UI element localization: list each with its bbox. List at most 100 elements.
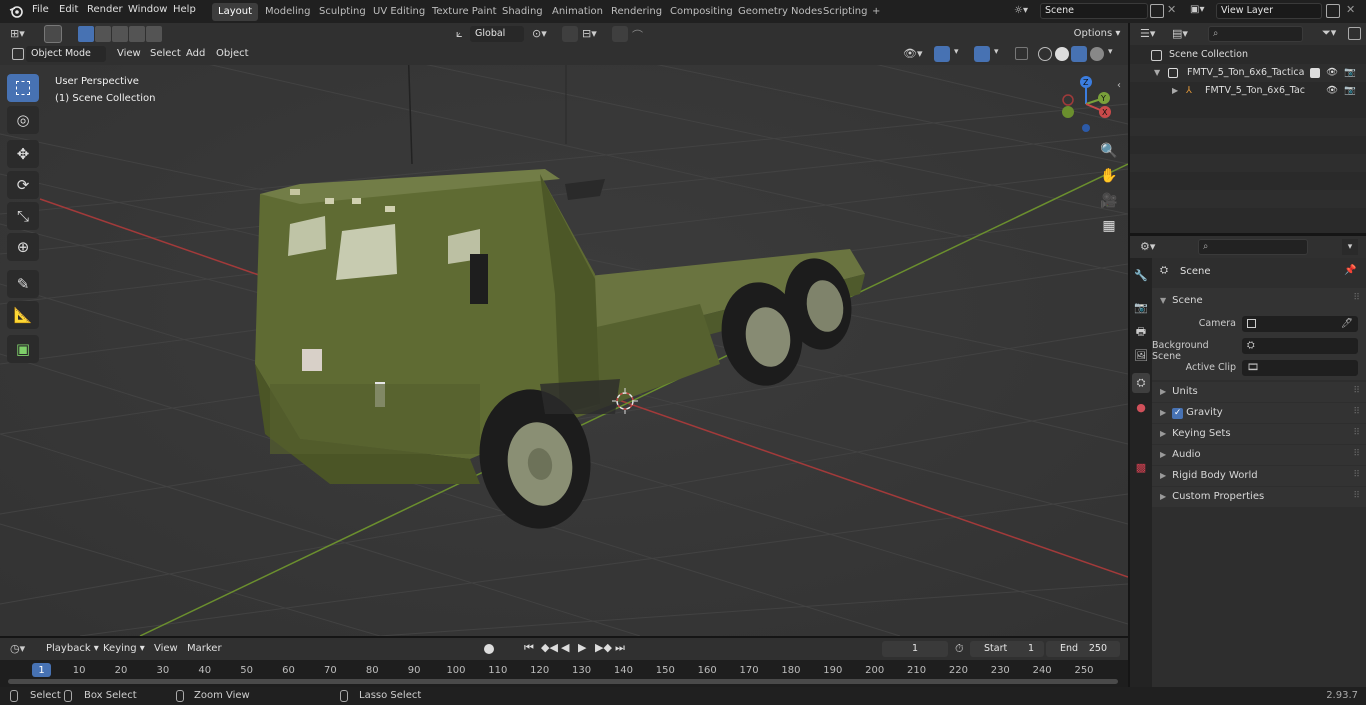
active-clip-field[interactable]: 🎞 [1242,360,1358,376]
properties-editor-icon[interactable]: ⚙▾ [1140,240,1155,253]
preview-range-icon[interactable]: ⏱ [955,642,964,656]
tab-scene[interactable]: ⛭ [1132,373,1150,393]
tab-uv-editing[interactable]: UV Editing [367,3,431,21]
panel-drag-handle-icon[interactable]: ⠿ [1353,428,1360,438]
jump-start-icon[interactable]: ⏮ [524,641,534,655]
prev-keyframe-icon[interactable]: ◆◀ [541,641,558,654]
shading-dropdown-icon[interactable]: ▾ [1108,47,1113,57]
tab-output[interactable]: 🖶 [1132,322,1150,342]
menu-help[interactable]: Help [173,4,196,15]
zoom-view-button[interactable]: 🔍 [1097,140,1121,162]
timeline-menu-playback[interactable]: Playback ▾ [46,643,99,654]
transform-orientation-icon[interactable]: ⟀ [456,27,463,41]
end-frame-field[interactable]: End 250 [1046,641,1120,657]
shading-solid-icon[interactable] [1055,47,1069,61]
view-layer-field[interactable]: View Layer [1216,3,1322,19]
menu-edit[interactable]: Edit [59,4,78,15]
select-mode-new-icon[interactable] [78,26,94,42]
timeline-editor-icon[interactable]: ◷▾ [10,642,25,655]
rotate-tool[interactable]: ⟳ [7,171,39,199]
scene-selector-icon[interactable]: ☼▾ [1014,5,1036,18]
close-scene-icon[interactable]: ✕ [1167,3,1176,16]
object-visibility-icon[interactable]: 👁▾ [903,47,923,60]
tab-animation[interactable]: Animation [546,3,609,21]
navigation-gizmo[interactable]: Z Y X [1055,72,1117,136]
select-mode-intersect-icon[interactable] [146,26,162,42]
render-camera-icon[interactable]: 📷 [1344,82,1356,100]
outliner-editor-icon[interactable]: ☰▾ [1140,27,1155,40]
eyedropper-icon[interactable]: 🖊 [1341,317,1353,331]
sidebar-collapse-icon[interactable]: ‹ [1117,80,1121,91]
current-frame-field[interactable]: 1 [882,641,948,657]
gravity-panel[interactable]: ▶ ✓ Gravity ⠿ [1152,403,1366,423]
panel-drag-handle-icon[interactable]: ⠿ [1353,386,1360,396]
annotate-tool[interactable]: ✎ [7,270,39,298]
menu-window[interactable]: Window [128,4,167,15]
background-scene-field[interactable]: ⛭ [1242,338,1358,354]
timeline-menu-marker[interactable]: Marker [187,643,222,654]
scale-tool[interactable]: ⤡ [7,202,39,230]
expand-caret-icon[interactable]: ▶ [1172,82,1178,100]
panel-drag-handle-icon[interactable]: ⠿ [1353,491,1360,501]
transform-tool[interactable]: ⊕ [7,233,39,261]
play-reverse-icon[interactable]: ◀ [561,641,569,654]
new-view-layer-icon[interactable] [1326,4,1340,18]
add-workspace-button[interactable]: + [866,3,886,21]
view-layer-icon[interactable]: ▣▾ [1190,4,1214,18]
tab-sculpting[interactable]: Sculpting [313,3,372,21]
camera-view-button[interactable]: 🎥 [1097,190,1121,212]
proportional-falloff-icon[interactable]: ⌒ [632,27,643,43]
xray-toggle-icon[interactable] [1015,47,1028,60]
proportional-editing-icon[interactable] [612,26,628,42]
tab-layout[interactable]: Layout [212,3,258,21]
exclude-checkbox-icon[interactable] [1310,68,1320,78]
keying-sets-panel[interactable]: ▶ Keying Sets ⠿ [1152,424,1366,444]
options-dropdown[interactable]: Options ▾ [1070,25,1124,43]
auto-keying-icon[interactable] [484,644,494,654]
shading-wireframe-icon[interactable] [1038,47,1052,61]
properties-options-icon[interactable]: ▾ [1342,239,1358,255]
cursor-tool[interactable]: ◎ [7,106,39,134]
viewport-menu-add[interactable]: Add [186,48,205,59]
start-frame-field[interactable]: Start 1 [970,641,1044,657]
measure-tool[interactable]: 📐 [7,301,39,329]
3d-viewport[interactable]: User Perspective (1) Scene Collection ◎ … [0,44,1128,636]
tab-geometry-nodes[interactable]: Geometry Nodes [732,3,828,21]
overlay-toggle-icon[interactable] [974,46,990,62]
close-view-layer-icon[interactable]: ✕ [1346,3,1355,16]
next-keyframe-icon[interactable]: ▶◆ [595,641,612,654]
panel-drag-handle-icon[interactable]: ⠿ [1353,449,1360,459]
visibility-eye-icon[interactable]: 👁 [1326,82,1338,100]
tab-view-layer[interactable]: 🖼 [1132,346,1150,366]
outliner-row-scene-collection[interactable]: Scene Collection [1130,46,1366,64]
panel-drag-handle-icon[interactable]: ⠿ [1353,407,1360,417]
gizmo-dropdown-icon[interactable]: ▾ [954,47,959,57]
new-collection-icon[interactable] [1348,27,1361,40]
filter-icon[interactable]: ⏷▾ [1322,26,1336,40]
camera-field[interactable]: 🖊 [1242,316,1358,332]
overlay-dropdown-icon[interactable]: ▾ [994,47,999,57]
snap-target-icon[interactable]: ⊟▾ [582,27,597,40]
tab-rendering[interactable]: Rendering [605,3,668,21]
viewport-menu-object[interactable]: Object [216,48,249,59]
tab-tool[interactable]: 🔧 [1132,266,1150,286]
timeline-menu-view[interactable]: View [154,643,178,654]
panel-drag-handle-icon[interactable]: ⠿ [1353,293,1360,303]
tab-world[interactable]: ● [1132,398,1150,418]
shading-rendered-icon[interactable] [1090,47,1104,61]
jump-end-icon[interactable]: ⏭ [615,641,625,655]
gravity-checkbox[interactable]: ✓ [1172,408,1184,419]
play-icon[interactable]: ▶ [578,641,586,654]
pivot-point-icon[interactable]: ⊙▾ [532,27,547,40]
snap-toggle-icon[interactable] [562,26,578,42]
rigid-body-world-panel[interactable]: ▶ Rigid Body World ⠿ [1152,466,1366,486]
ortho-toggle-button[interactable]: ▦ [1097,215,1121,237]
tab-texture-paint[interactable]: Texture Paint [426,3,503,21]
tab-render[interactable]: 📷 [1132,298,1150,318]
viewport-menu-view[interactable]: View [117,48,141,59]
audio-panel[interactable]: ▶ Audio ⠿ [1152,445,1366,465]
shading-material-icon[interactable] [1071,46,1087,62]
select-mode-invert-icon[interactable] [129,26,145,42]
object-mode-select[interactable]: Object Mode [26,46,106,62]
outliner-row-collection[interactable]: ▼ FMTV_5_Ton_6x6_Tactical_Tr 👁 📷 [1130,64,1366,82]
